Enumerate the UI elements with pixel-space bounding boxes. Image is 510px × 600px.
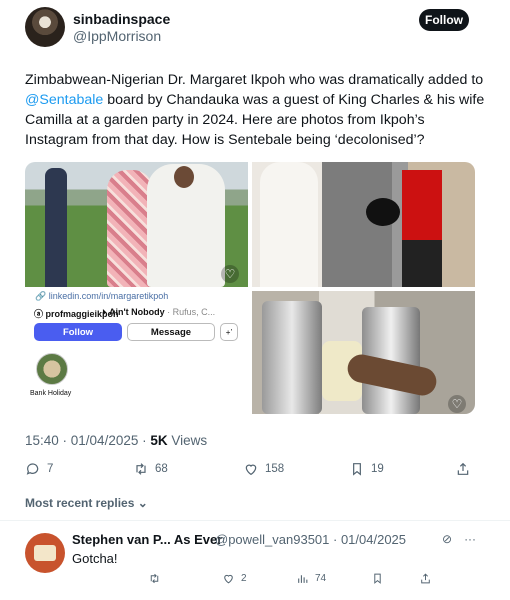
heart-icon: ♡: [221, 265, 239, 283]
repost-icon: [150, 573, 159, 584]
threads-icon: ⓐ: [34, 309, 46, 319]
reply-views-action[interactable]: 74: [296, 572, 326, 585]
author-display-name[interactable]: sinbadinspace: [73, 11, 170, 27]
bookmark-count: 19: [371, 463, 384, 475]
photo-instagram-profile[interactable]: 🔗 linkedin.com/in/margaretikpoh ⓐ profma…: [25, 291, 248, 414]
repost-count: 68: [155, 463, 168, 475]
share-icon: [421, 573, 430, 584]
views-icon: [298, 575, 308, 583]
reply-header-icons: ⊘ ···: [442, 532, 476, 546]
heart-icon: [224, 574, 233, 584]
reply-views-count: 74: [315, 573, 327, 584]
tweet-text: Zimbabwean-Nigerian Dr. Margaret Ikpoh w…: [25, 70, 485, 150]
photo-object: [262, 301, 322, 414]
heart-icon: [245, 464, 257, 476]
highlight-label: Bank Holiday: [30, 390, 72, 397]
photo-figure: [45, 168, 67, 287]
follow-button[interactable]: Follow: [419, 9, 469, 31]
share-action[interactable]: [455, 461, 471, 477]
highlight-thumbnail: [36, 353, 68, 385]
photo-figure: [174, 166, 194, 188]
reply-avatar[interactable]: [25, 533, 65, 573]
photo-figure: [402, 170, 442, 287]
mention-link[interactable]: @Sentabale: [25, 92, 103, 108]
like-action[interactable]: 158: [243, 461, 284, 477]
bookmark-action[interactable]: 19: [349, 461, 384, 477]
reply-display-name[interactable]: Stephen van P... As Ever: [72, 532, 222, 547]
reply-like-count: 2: [241, 573, 247, 584]
reply-like-action[interactable]: 2: [222, 572, 247, 585]
photo-figure: [260, 162, 318, 287]
photo-figure: [366, 198, 400, 226]
profile-link-text: linkedin.com/in/margaretikpoh: [48, 291, 169, 301]
reply-text: Gotcha!: [72, 551, 118, 566]
author-handle[interactable]: @IppMorrison: [73, 28, 161, 44]
photo-king-camilla[interactable]: [252, 162, 475, 287]
profile-follow-button: Follow: [34, 323, 122, 341]
chevron-down-icon: ⌄: [137, 496, 148, 510]
share-icon: [457, 462, 469, 475]
photo-urns[interactable]: ♡: [252, 291, 475, 414]
sort-label: Most recent replies: [25, 496, 135, 510]
sort-replies-dropdown[interactable]: Most recent replies ⌄: [25, 496, 148, 510]
media-grid: ♡ 🔗 linkedin.com/in/margaretikpoh ⓐ prof…: [25, 162, 475, 414]
photo-garden-party[interactable]: ♡: [25, 162, 248, 287]
play-icon: ⏵: [102, 307, 110, 317]
reply-action[interactable]: 7: [25, 461, 53, 477]
tweet-text-before: Zimbabwean-Nigerian Dr. Margaret Ikpoh w…: [25, 72, 484, 88]
tweet-time: 15:40 · 01/04/2025 ·: [25, 433, 151, 448]
profile-message-button: Message: [127, 323, 215, 341]
link-icon: 🔗: [35, 291, 49, 301]
repost-icon: [136, 463, 146, 475]
views-count: 5K: [150, 433, 168, 448]
reply-bookmark-action[interactable]: [371, 572, 384, 585]
reply-icon: [26, 463, 39, 475]
bookmark-icon: [374, 573, 381, 584]
heart-icon: ♡: [448, 395, 466, 413]
reply-repost-action[interactable]: [148, 572, 161, 585]
divider: [0, 520, 510, 521]
profile-link: 🔗 linkedin.com/in/margaretikpoh: [35, 291, 168, 302]
profile-song-artist: · Rufus, C...: [167, 307, 216, 317]
avatar-graphic: [34, 545, 56, 561]
more-icon[interactable]: ···: [464, 532, 476, 546]
add-user-icon: +’: [220, 323, 238, 341]
repost-action[interactable]: 68: [133, 461, 168, 477]
tweet-timestamp[interactable]: 15:40 · 01/04/2025 · 5K Views: [25, 433, 207, 448]
bookmark-icon: [353, 463, 361, 476]
views-label: Views: [167, 433, 208, 448]
profile-song: ⏵ Ain't Nobody · Rufus, C...: [102, 307, 215, 318]
reply-share-action[interactable]: [419, 572, 432, 585]
author-avatar[interactable]: [25, 7, 65, 47]
reply-handle-date[interactable]: @powell_van93501 · 01/04/2025: [215, 532, 406, 547]
profile-song-title: Ain't Nobody: [109, 307, 165, 317]
like-count: 158: [265, 463, 285, 475]
reply-count: 7: [47, 463, 54, 475]
grok-icon[interactable]: ⊘: [442, 532, 452, 546]
